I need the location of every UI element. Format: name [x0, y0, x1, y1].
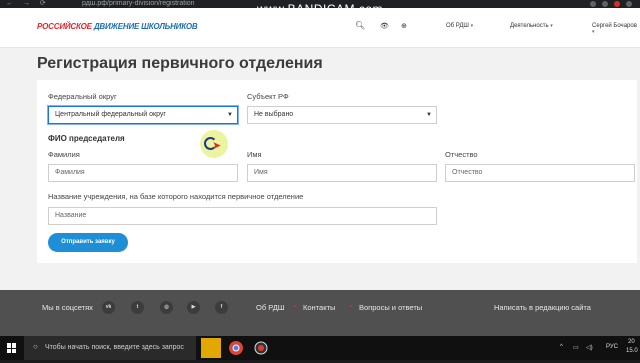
nav-activity[interactable]: Деятельность ▾	[510, 23, 553, 29]
youtube-icon[interactable]: ▶	[187, 301, 200, 314]
chrome-icon[interactable]	[226, 338, 246, 358]
chair-section-heading: ФИО председателя	[48, 134, 125, 143]
taskbar-search-placeholder: Чтобы начать поиск, введите здесь запрос	[45, 344, 184, 351]
search-icon: ○	[33, 342, 38, 351]
clock-date[interactable]: 15.0	[626, 348, 638, 354]
separator-dot	[294, 305, 296, 307]
language-indicator[interactable]: РУС	[606, 344, 618, 350]
federal-district-select[interactable]: Центральный федеральный округ ▼	[48, 106, 238, 124]
subject-value: Не выбрано	[254, 111, 294, 118]
site-footer: Мы в соцсетях vk t ◎ ▶ f Об РДШ Контакты…	[0, 290, 640, 336]
chevron-down-icon: ▾	[470, 23, 474, 29]
separator-dot	[350, 305, 352, 307]
network-icon[interactable]: ▭	[573, 344, 579, 351]
submit-application-button[interactable]: Отправить заявку	[48, 233, 128, 252]
profile-icon[interactable]	[626, 1, 632, 7]
windows-start-icon[interactable]	[7, 343, 17, 353]
federal-district-label: Федеральный округ	[48, 92, 117, 101]
bandicam-icon[interactable]	[251, 338, 271, 358]
footer-link-contacts[interactable]: Контакты	[303, 303, 335, 312]
browser-extension-icons	[590, 0, 632, 8]
user-name: Сергей Бочаров	[592, 23, 637, 29]
file-explorer-icon[interactable]	[201, 338, 221, 358]
first-name-label: Имя	[247, 150, 262, 159]
institution-input[interactable]: Название	[48, 207, 437, 225]
search-icon[interactable]: 🔍︎	[355, 21, 365, 30]
page-title: Регистрация первичного отделения	[37, 55, 323, 72]
institution-label: Название учреждения, на базе которого на…	[48, 192, 304, 201]
chevron-down-icon: ▼	[426, 112, 432, 118]
chevron-down-icon: ▾	[550, 23, 553, 29]
footer-link-faq[interactable]: Вопросы и ответы	[359, 303, 422, 312]
footer-link-about[interactable]: Об РДШ	[256, 303, 285, 312]
instagram-icon[interactable]: ◎	[160, 301, 173, 314]
twitter-icon[interactable]: t	[131, 301, 144, 314]
accessibility-icon[interactable]: 👁︎	[380, 22, 389, 30]
browser-nav-icons[interactable]: ← → ⟳	[6, 0, 50, 8]
chevron-down-icon: ▾	[592, 29, 595, 35]
nav-about[interactable]: Об РДШ ▾	[446, 23, 473, 29]
patronymic-label: Отчество	[445, 150, 478, 159]
mouse-pointer-icon: ➤	[212, 140, 222, 152]
facebook-icon[interactable]: f	[215, 301, 228, 314]
user-menu[interactable]: Сергей Бочаров ▾	[592, 23, 640, 35]
windows-taskbar: ○ Чтобы начать поиск, введите здесь запр…	[0, 336, 640, 360]
first-name-input[interactable]: Имя	[247, 164, 437, 182]
vk-icon[interactable]: vk	[102, 301, 115, 314]
nav-about-label: Об РДШ	[446, 23, 469, 29]
nav-activity-label: Деятельность	[510, 23, 549, 29]
federal-district-value: Центральный федеральный округ	[55, 111, 166, 118]
clock-time[interactable]: 20	[628, 339, 635, 345]
last-name-input[interactable]: Фамилия	[48, 164, 238, 182]
logo-text-part2: ДВИЖЕНИЕ ШКОЛЬНИКОВ	[93, 22, 198, 31]
subject-label: Субъект РФ	[247, 92, 289, 101]
pdf-extension-icon[interactable]	[614, 1, 620, 7]
extension-icon[interactable]	[602, 1, 608, 7]
volume-icon[interactable]: ◁)	[586, 344, 593, 351]
extension-icon[interactable]	[590, 1, 596, 7]
site-logo[interactable]: РОССИЙСКОЕ ДВИЖЕНИЕ ШКОЛЬНИКОВ	[37, 22, 198, 31]
chevron-down-icon: ▼	[227, 112, 233, 118]
subject-select[interactable]: Не выбрано ▼	[247, 106, 437, 124]
patronymic-input[interactable]: Отчество	[445, 164, 635, 182]
recording-watermark: www.BANDICAM.com	[257, 2, 384, 16]
globe-icon[interactable]: ⊕	[401, 22, 407, 30]
tray-arrow-icon[interactable]: ^	[560, 344, 563, 350]
logo-text-part1: РОССИЙСКОЕ	[37, 22, 92, 31]
social-label: Мы в соцсетях	[42, 303, 93, 312]
write-editorial-link[interactable]: Написать в редакцию сайта	[494, 303, 591, 312]
address-bar[interactable]: рдш.рф/primary-division/registration	[82, 0, 195, 8]
last-name-label: Фамилия	[48, 150, 80, 159]
